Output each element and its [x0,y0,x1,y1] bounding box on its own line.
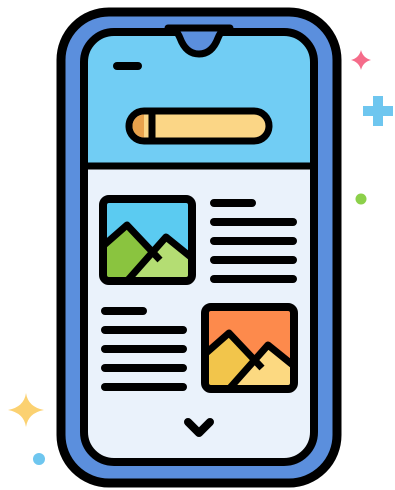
phone-icon [56,7,342,488]
image-placeholder-icon [99,195,196,285]
phone-illustration [8,7,393,488]
dot-blue-icon [33,453,45,465]
plus-blue-icon [363,96,393,126]
sparkle-pink-icon [351,50,371,70]
dot-green-icon [355,193,367,205]
search-bar[interactable] [125,107,273,145]
sparkle-yellow-icon [8,393,44,427]
image-placeholder-icon [201,303,298,393]
